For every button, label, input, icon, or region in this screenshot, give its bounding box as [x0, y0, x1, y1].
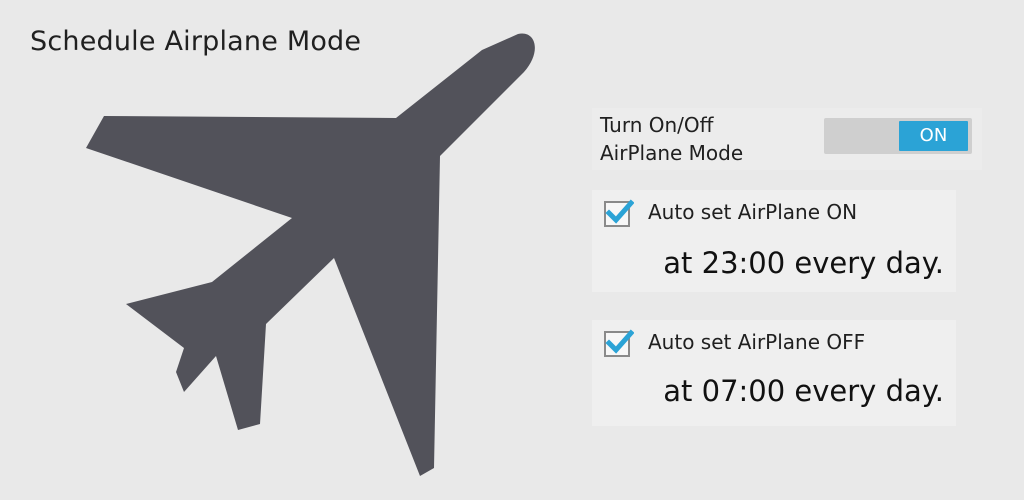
airplane-icon: [70, 20, 540, 490]
airplane-mode-toggle-row: Turn On/Off AirPlane Mode ON: [592, 108, 982, 170]
schedule-card-on: Auto set AirPlane ON at 23:00 every day.: [592, 190, 956, 292]
schedule-off-checkbox[interactable]: [604, 329, 634, 357]
schedule-on-time[interactable]: at 23:00 every day.: [663, 246, 944, 280]
schedule-off-label: Auto set AirPlane OFF: [648, 330, 866, 354]
checkmark-icon: [605, 199, 634, 224]
airplane-mode-switch[interactable]: ON: [824, 118, 972, 154]
checkmark-icon: [605, 329, 634, 354]
schedule-off-time[interactable]: at 07:00 every day.: [663, 374, 944, 408]
airplane-mode-toggle-label: Turn On/Off AirPlane Mode: [600, 111, 743, 167]
switch-on-knob[interactable]: ON: [899, 121, 968, 151]
schedule-on-checkbox[interactable]: [604, 199, 634, 227]
schedule-card-off: Auto set AirPlane OFF at 07:00 every day…: [592, 320, 956, 426]
schedule-on-label: Auto set AirPlane ON: [648, 200, 858, 224]
toggle-label-line1: Turn On/Off: [600, 113, 714, 137]
toggle-label-line2: AirPlane Mode: [600, 141, 744, 165]
